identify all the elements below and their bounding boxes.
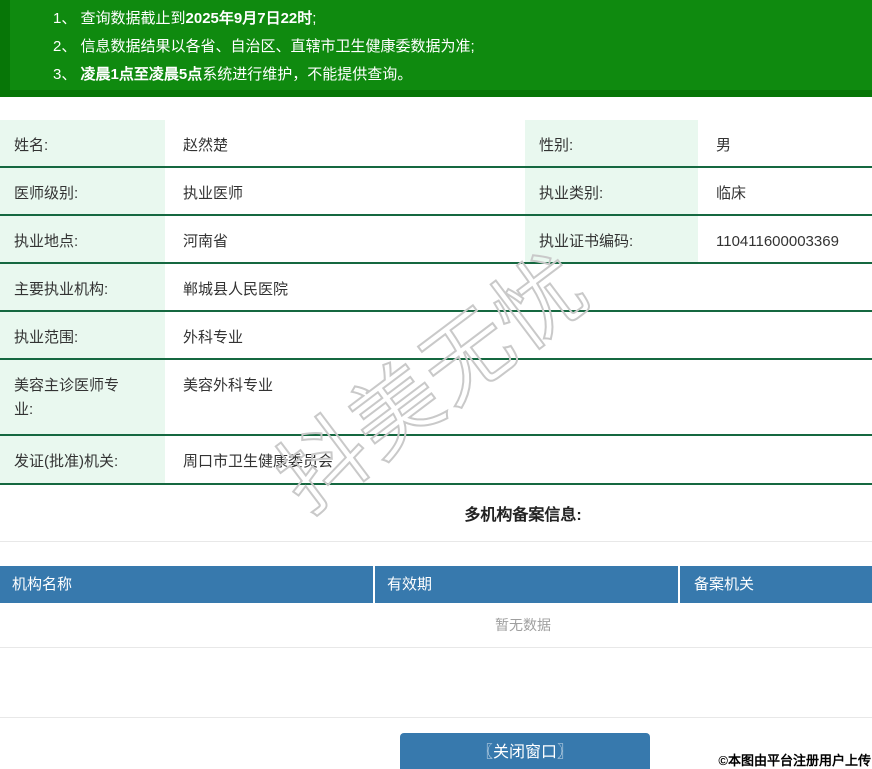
notice-line-2: 2、 信息数据结果以各省、自治区、直辖市卫生健康委数据为准; [53, 33, 872, 61]
notice-3-bold: 凌晨1点至凌晨5点 [80, 66, 203, 83]
field-label-practice-type: 执业类别: [525, 168, 698, 214]
table-row: 执业范围: 外科专业 [0, 312, 872, 360]
table-row: 执业地点: 河南省 执业证书编码: 110411600003369 [0, 216, 872, 264]
field-label-main-institution: 主要执业机构: [0, 264, 165, 310]
notice-2-text: 2、 信息数据结果以各省、自治区、直辖市卫生健康委数据为准; [53, 38, 475, 55]
field-value-practice-type: 临床 [716, 185, 747, 202]
field-label-gender: 性别: [525, 120, 698, 166]
notice-1-text: 1、 查询数据截止到 [53, 10, 186, 27]
banner-left-edge [0, 0, 10, 97]
table-row: 主要执业机构: 郸城县人民医院 [0, 264, 872, 312]
table-row: 美容主诊医师专业: 美容外科专业 [0, 360, 872, 436]
notice-line-3: 3、 凌晨1点至凌晨5点系统进行维护，不能提供查询。 [53, 61, 872, 89]
table-row: 发证(批准)机关: 周口市卫生健康委员会 [0, 436, 872, 485]
field-value-cosmetic-specialty: 美容外科专业 [183, 377, 274, 394]
field-value-certificate-no: 110411600003369 [716, 233, 839, 250]
field-value-name: 赵然楚 [183, 137, 229, 154]
records-table-header: 机构名称 有效期 备案机关 [0, 566, 872, 603]
close-window-button[interactable]: 〖关闭窗口〗 [400, 733, 650, 769]
field-label-certificate-no: 执业证书编码: [525, 216, 698, 262]
field-label-doctor-level: 医师级别: [0, 168, 165, 214]
field-label-practice-scope: 执业范围: [0, 312, 165, 358]
field-label-issuing-authority: 发证(批准)机关: [0, 436, 165, 483]
field-value-gender: 男 [716, 137, 732, 154]
field-value-practice-scope: 外科专业 [183, 329, 244, 346]
banner-bottom-edge [0, 90, 872, 97]
notice-3-text: 3、 [53, 66, 81, 83]
field-label-name: 姓名: [0, 120, 165, 166]
notice-1-bold: 2025年9月7日22时 [185, 10, 313, 27]
multi-institution-section-title: 多机构备案信息: [464, 507, 582, 524]
page-viewport: 1、 查询数据截止到2025年9月7日22时; 2、 信息数据结果以各省、自治区… [0, 0, 872, 769]
column-header-institution-name: 机构名称 [12, 576, 73, 593]
field-value-issuing-authority: 周口市卫生健康委员会 [183, 453, 334, 470]
column-header-record-authority: 备案机关 [678, 566, 872, 603]
section-divider [0, 541, 872, 542]
page-canvas: 1、 查询数据截止到2025年9月7日22时; 2、 信息数据结果以各省、自治区… [0, 0, 872, 769]
notice-1-suffix: ; [312, 10, 317, 27]
field-value-doctor-level: 执业医师 [183, 185, 244, 202]
column-header-validity-period: 有效期 [373, 566, 678, 603]
field-label-practice-place: 执业地点: [0, 216, 165, 262]
table-row: 医师级别: 执业医师 执业类别: 临床 [0, 168, 872, 216]
field-label-cosmetic-specialty: 美容主诊医师专业: [0, 360, 165, 434]
copyright-stamp: ©本图由平台注册用户上传 [718, 753, 871, 768]
notice-3-suffix: 系统进行维护，不能提供查询。 [202, 66, 413, 83]
notice-line-1: 1、 查询数据截止到2025年9月7日22时; [53, 5, 872, 33]
field-value-practice-place: 河南省 [183, 233, 229, 250]
notice-banner: 1、 查询数据截止到2025年9月7日22时; 2、 信息数据结果以各省、自治区… [0, 0, 872, 97]
table-row: 姓名: 赵然楚 性别: 男 [0, 120, 872, 168]
doctor-info-table: 姓名: 赵然楚 性别: 男 医师级别: 执业医师 执业类别: 临床 执业地点: … [0, 120, 872, 485]
records-footer-spacer [0, 648, 872, 718]
records-empty-state: 暂无数据 [0, 603, 872, 648]
field-label-cosmetic-specialty-text: 美容主诊医师专业: [14, 377, 120, 418]
field-value-main-institution: 郸城县人民医院 [183, 281, 289, 298]
